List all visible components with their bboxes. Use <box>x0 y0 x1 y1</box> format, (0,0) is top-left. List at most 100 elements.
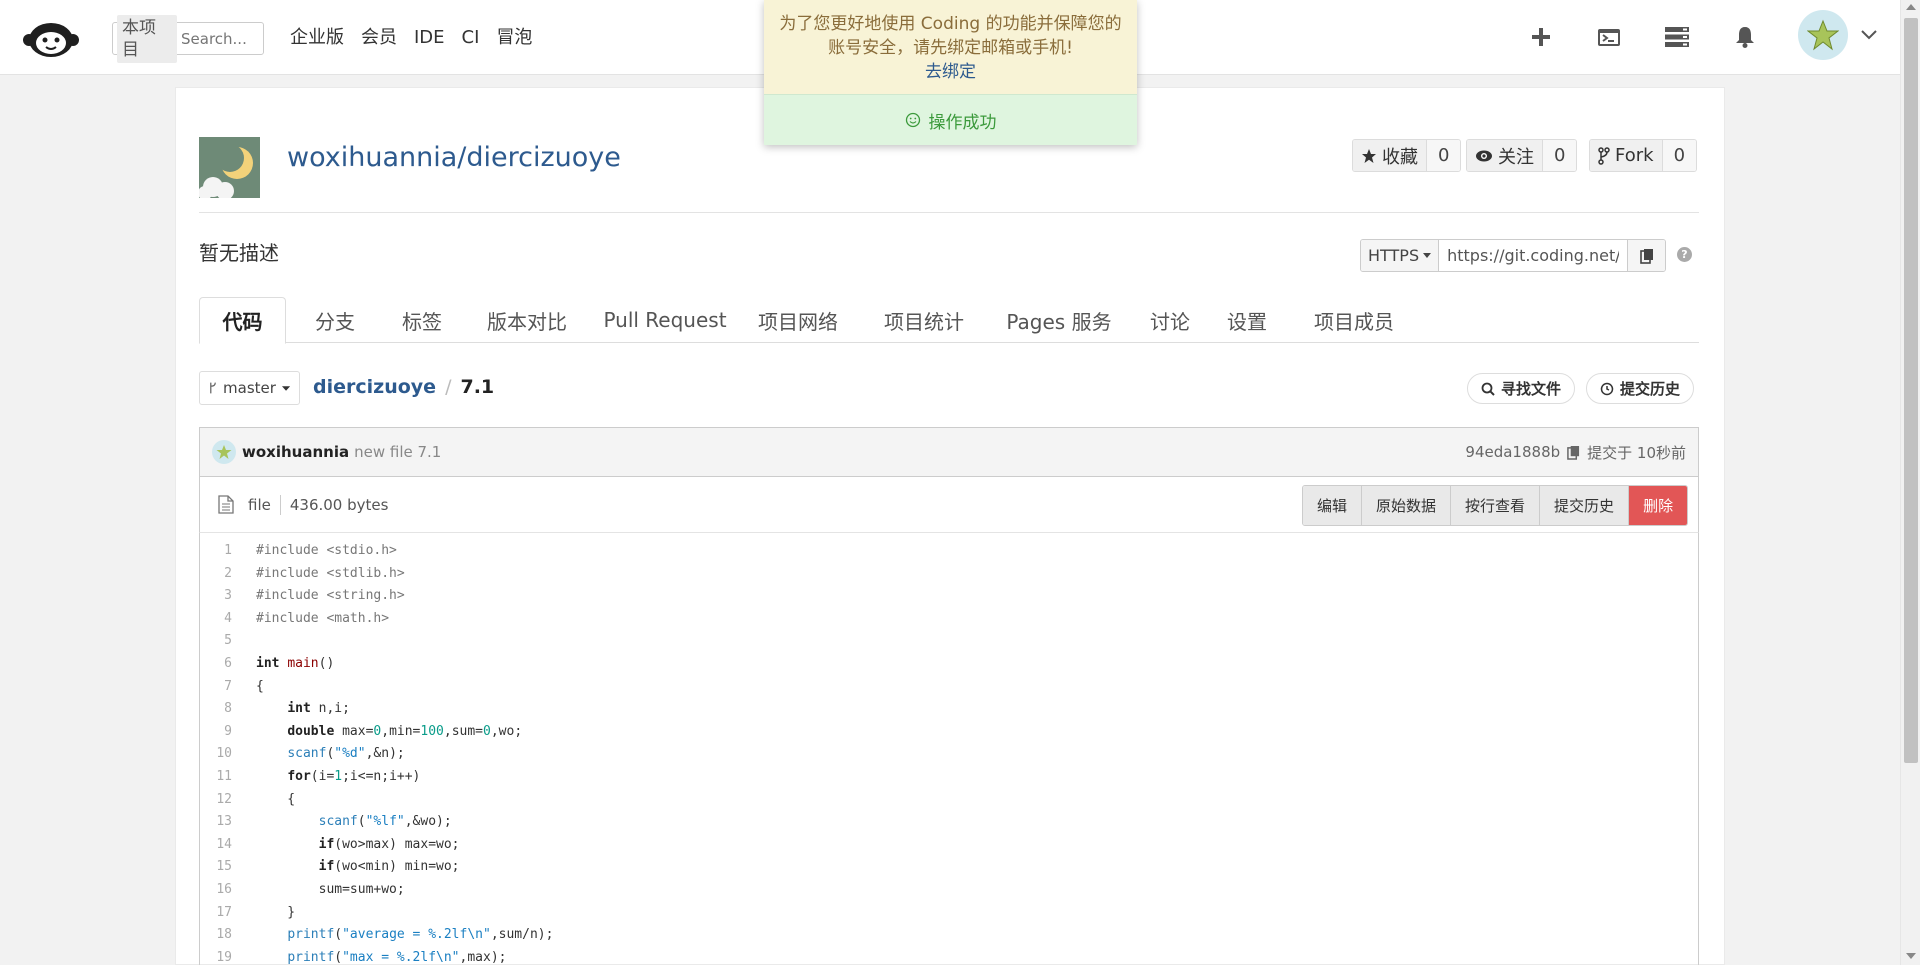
line-number[interactable]: 18 <box>200 927 232 942</box>
scroll-thumb[interactable] <box>1904 18 1918 763</box>
star-label: 收藏 <box>1382 146 1418 168</box>
nav-link-member[interactable]: 会员 <box>361 24 397 52</box>
file-size: 436.00 bytes <box>289 495 389 514</box>
code-line: double max=0,min=100,sum=0,wo; <box>287 723 523 739</box>
bell-icon[interactable] <box>1730 22 1760 52</box>
tab-pages[interactable]: Pages 服务 <box>994 297 1124 343</box>
bind-account-link[interactable]: 去绑定 <box>764 60 1137 84</box>
branch-icon <box>210 382 216 394</box>
fork-count: 0 <box>1662 140 1697 171</box>
line-number[interactable]: 12 <box>200 792 232 807</box>
line-number[interactable]: 15 <box>200 859 232 874</box>
file-actions: 编辑 原始数据 按行查看 提交历史 删除 <box>1302 485 1689 526</box>
line-number[interactable]: 4 <box>200 611 232 626</box>
branch-select[interactable]: master <box>199 371 300 405</box>
clone-url-box: HTTPS <box>1360 239 1667 272</box>
line-number[interactable]: 1 <box>200 543 232 558</box>
delete-button[interactable]: 删除 <box>1629 486 1688 525</box>
coding-logo-icon[interactable] <box>22 14 80 60</box>
code-line: printf("average = %.2lf\n",sum/n); <box>287 927 554 943</box>
code-viewer: 1 #include <stdio.h> 2 #include <stdlib.h> 3… <box>199 533 1699 965</box>
line-number[interactable]: 11 <box>200 769 232 784</box>
plus-icon[interactable] <box>1526 22 1556 52</box>
search-input[interactable] <box>181 29 259 48</box>
chevron-down-icon[interactable] <box>1860 26 1878 45</box>
commit-hash[interactable]: 94eda1888b <box>1465 443 1560 461</box>
tab-tags[interactable]: 标签 <box>383 297 461 343</box>
smile-icon <box>905 112 920 128</box>
line-number[interactable]: 2 <box>200 566 232 581</box>
tab-pull-request[interactable]: Pull Request <box>597 297 733 343</box>
clone-url-input[interactable] <box>1439 240 1628 271</box>
code-line: int n,i; <box>287 701 350 717</box>
tab-code[interactable]: 代码 <box>199 297 286 344</box>
scroll-up-icon[interactable] <box>1906 4 1916 10</box>
clone-protocol-select[interactable]: HTTPS <box>1361 240 1440 271</box>
warning-line-2: 账号安全，请先绑定邮箱或手机! <box>828 38 1073 58</box>
line-number[interactable]: 14 <box>200 837 232 852</box>
line-number[interactable]: 10 <box>200 746 232 761</box>
copy-icon[interactable] <box>1567 445 1580 460</box>
tab-stats[interactable]: 项目统计 <box>869 297 979 343</box>
server-icon[interactable] <box>1662 22 1692 52</box>
help-icon[interactable]: ? <box>1677 247 1692 262</box>
copy-icon[interactable] <box>1627 240 1666 271</box>
code-line: { <box>256 678 264 694</box>
line-number[interactable]: 19 <box>200 950 232 965</box>
find-file-button[interactable]: 寻找文件 <box>1467 373 1576 404</box>
blame-button[interactable]: 按行查看 <box>1451 486 1541 525</box>
clock-icon <box>1600 382 1614 395</box>
line-number[interactable]: 5 <box>200 633 232 648</box>
nav-link-ide[interactable]: IDE <box>414 24 445 52</box>
breadcrumb-project[interactable]: diercizuoye <box>313 374 436 400</box>
line-number[interactable]: 7 <box>200 679 232 694</box>
search-scope[interactable]: 本项目 <box>117 14 177 63</box>
repo-title[interactable]: woxihuannia/diercizuoye <box>287 140 621 176</box>
line-number[interactable]: 9 <box>200 724 232 739</box>
tab-compare[interactable]: 版本对比 <box>471 297 583 343</box>
search-box[interactable]: 本项目 <box>112 14 264 63</box>
tab-branches[interactable]: 分支 <box>296 297 374 343</box>
commit-author[interactable]: woxihuannia <box>242 443 349 461</box>
watch-label: 关注 <box>1498 146 1534 168</box>
file-icon <box>218 495 234 514</box>
line-number[interactable]: 8 <box>200 701 232 716</box>
line-number[interactable]: 6 <box>200 656 232 671</box>
line-number[interactable]: 16 <box>200 882 232 897</box>
terminal-icon[interactable] <box>1594 22 1624 52</box>
find-file-label: 寻找文件 <box>1501 380 1562 398</box>
fork-button[interactable]: Fork 0 <box>1589 139 1698 172</box>
commit-avatar[interactable] <box>212 440 236 464</box>
watch-button[interactable]: 关注 0 <box>1466 139 1578 172</box>
code-line: if(wo>max) max=wo; <box>318 836 460 852</box>
code-line: scanf("%lf",&wo); <box>318 814 452 830</box>
tab-settings[interactable]: 设置 <box>1217 297 1277 343</box>
nav-link-ci[interactable]: CI <box>462 24 480 52</box>
nav-link-maopao[interactable]: 冒泡 <box>496 24 532 52</box>
commit-message[interactable]: new file 7.1 <box>354 443 441 461</box>
star-button[interactable]: 收藏 0 <box>1352 139 1462 172</box>
edit-button[interactable]: 编辑 <box>1303 486 1363 525</box>
nav-link-enterprise[interactable]: 企业版 <box>290 24 344 52</box>
bind-warning: 为了您更好地使用 Coding 的功能并保障您的 账号安全，请先绑定邮箱或手机!… <box>764 0 1137 94</box>
code-line: #include <math.h> <box>256 610 390 626</box>
raw-button[interactable]: 原始数据 <box>1362 486 1452 525</box>
line-number[interactable]: 3 <box>200 588 232 603</box>
star-icon <box>1362 148 1376 163</box>
breadcrumb: diercizuoye / 7.1 <box>313 374 494 400</box>
user-avatar[interactable] <box>1798 10 1848 60</box>
file-type: file <box>248 495 271 514</box>
history-label: 提交历史 <box>1620 380 1681 398</box>
tab-network[interactable]: 项目网络 <box>743 297 853 343</box>
code-line: sum=sum+wo; <box>256 882 405 897</box>
tab-discussion[interactable]: 讨论 <box>1140 297 1200 343</box>
caret-down-icon <box>1423 253 1432 258</box>
line-number[interactable]: 17 <box>200 905 232 920</box>
tab-members[interactable]: 项目成员 <box>1299 297 1409 343</box>
scroll-down-icon[interactable] <box>1906 953 1916 959</box>
code-line: for(i=1;i<=n;i++) <box>287 769 421 784</box>
line-number[interactable]: 13 <box>200 814 232 829</box>
page-scrollbar[interactable] <box>1900 0 1920 965</box>
file-history-button[interactable]: 提交历史 <box>1540 486 1630 525</box>
history-button[interactable]: 提交历史 <box>1586 373 1695 404</box>
